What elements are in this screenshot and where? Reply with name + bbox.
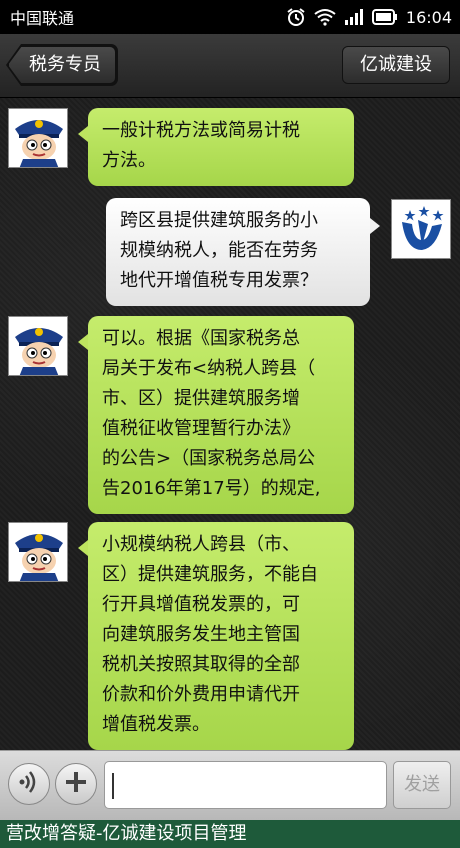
voice-icon <box>16 769 42 799</box>
input-bar: 发送 <box>0 750 460 820</box>
message-bubble[interactable]: 可以。根据《国家税务总 局关于发布<纳税人跨县（ 市、区）提供建筑服务增 值税征… <box>78 316 354 514</box>
footer-text: 营改增答疑-亿诚建设项目管理 <box>6 823 247 844</box>
message-text: 一般计税方法或简易计税 方法。 <box>102 120 300 171</box>
plus-icon <box>63 769 89 799</box>
message-text: 小规模纳税人跨县（市、 区）提供建筑服务，不能自 行开具增值税发票的，可 向建筑… <box>102 534 318 735</box>
chat-area[interactable]: 一般计税方法或简易计税 方法。 跨区县提供建筑服务的小 规模纳税人，能否在劳务 … <box>0 98 460 750</box>
carrier-label: 中国联通 <box>10 9 75 28</box>
message-bubble[interactable]: 小规模纳税人跨县（市、 区）提供建筑服务，不能自 行开具增值税发票的，可 向建筑… <box>78 522 354 750</box>
send-button-label: 发送 <box>404 774 440 795</box>
send-button[interactable]: 发送 <box>393 761 451 809</box>
title-bar: 税务专员 亿诚建设 <box>0 34 460 98</box>
battery-icon <box>371 9 398 25</box>
tax-officer-avatar[interactable] <box>8 316 68 376</box>
wifi-icon <box>314 8 336 26</box>
alarm-icon <box>286 7 306 27</box>
back-button-label: 税务专员 <box>29 54 101 75</box>
status-bar: 中国联通 16:04 <box>0 0 460 34</box>
message-bubble[interactable]: 一般计税方法或简易计税 方法。 <box>78 108 354 186</box>
message-input[interactable] <box>104 761 387 809</box>
message-bubble[interactable]: 跨区县提供建筑服务的小 规模纳税人，能否在劳务 地代开增值税专用发票？ <box>106 198 380 306</box>
tax-officer-avatar[interactable] <box>8 108 68 168</box>
contact-profile-label: 亿诚建设 <box>360 54 432 75</box>
text-cursor <box>112 773 114 799</box>
footer-banner: 营改增答疑-亿诚建设项目管理 <box>0 820 460 848</box>
plus-button[interactable] <box>55 763 97 805</box>
back-button[interactable]: 税务专员 <box>8 46 116 84</box>
signal-icon <box>344 8 364 26</box>
company-logo-avatar[interactable] <box>391 199 451 259</box>
voice-button[interactable] <box>8 763 50 805</box>
message-text: 可以。根据《国家税务总 局关于发布<纳税人跨县（ 市、区）提供建筑服务增 值税征… <box>102 328 321 499</box>
tax-officer-avatar[interactable] <box>8 522 68 582</box>
contact-profile-button[interactable]: 亿诚建设 <box>342 46 450 84</box>
status-time: 16:04 <box>405 7 452 27</box>
message-text: 跨区县提供建筑服务的小 规模纳税人，能否在劳务 地代开增值税专用发票？ <box>120 210 318 291</box>
